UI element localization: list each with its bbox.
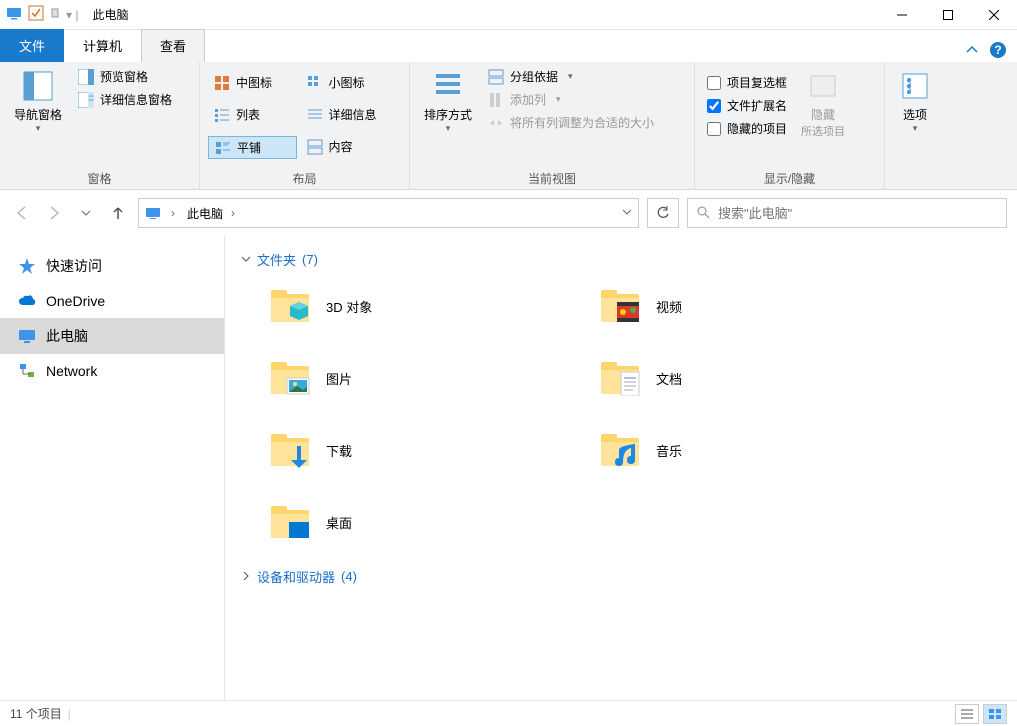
sort-by-button[interactable]: 排序方式 ▾: [418, 66, 478, 138]
layout-tiles[interactable]: 平铺: [208, 136, 297, 159]
layout-content[interactable]: 内容: [301, 136, 402, 157]
folder-icon: [266, 498, 314, 546]
folder-label: 图片: [326, 369, 352, 388]
autosize-columns-button[interactable]: 将所有列调整为合适的大小: [482, 112, 660, 133]
cloud-icon: [18, 292, 36, 310]
qat-open-icon[interactable]: [28, 5, 44, 24]
folder-icon: [596, 426, 644, 474]
collapse-ribbon-icon[interactable]: [965, 43, 979, 60]
hidden-items-toggle[interactable]: 隐藏的项目: [703, 118, 791, 139]
add-columns-button[interactable]: 添加列▾: [482, 89, 660, 110]
chevron-down-icon: [241, 252, 251, 267]
view-details-button[interactable]: [955, 704, 979, 724]
computer-icon: [18, 327, 36, 345]
search-input[interactable]: [718, 206, 998, 221]
folder-label: 视频: [656, 297, 682, 316]
sidebar: 快速访问 OneDrive 此电脑 Network: [0, 236, 225, 700]
nav-pane-label: 导航窗格: [14, 106, 62, 123]
help-icon[interactable]: ?: [989, 41, 1007, 62]
details-pane-button[interactable]: 详细信息窗格: [72, 89, 178, 110]
sidebar-network[interactable]: Network: [0, 354, 224, 388]
folder-item[interactable]: 图片: [261, 349, 571, 407]
address-bar[interactable]: › 此电脑›: [138, 198, 639, 228]
layout-group-label: 布局: [208, 168, 401, 187]
options-button[interactable]: 选项 ▾: [893, 66, 937, 138]
sidebar-onedrive[interactable]: OneDrive: [0, 284, 224, 318]
folder-icon: [266, 354, 314, 402]
titlebar: ▾ | 此电脑: [0, 0, 1017, 30]
layout-details[interactable]: 详细信息: [301, 104, 402, 125]
status-item-count: 11 个项目: [10, 705, 62, 722]
folder-icon: [266, 282, 314, 330]
sidebar-quick-access[interactable]: 快速访问: [0, 248, 224, 284]
folder-item[interactable]: 文档: [591, 349, 901, 407]
content-area: 文件夹 (7) 3D 对象 视频图片 文档下载 音乐桌面 设备和驱动器 (4): [225, 236, 1017, 700]
folder-icon: [596, 282, 644, 330]
nav-row: › 此电脑›: [0, 190, 1017, 236]
app-icon: [6, 5, 22, 24]
chevron-right-icon: [241, 569, 251, 584]
layout-small-icons[interactable]: 小图标: [301, 72, 402, 93]
file-extensions-toggle[interactable]: 文件扩展名: [703, 95, 791, 116]
address-dropdown-icon[interactable]: [622, 206, 632, 220]
tab-computer[interactable]: 计算机: [64, 29, 141, 62]
folder-label: 文档: [656, 369, 682, 388]
tab-file[interactable]: 文件: [0, 29, 64, 62]
network-icon: [18, 362, 36, 380]
folder-item[interactable]: 视频: [591, 277, 901, 335]
close-button[interactable]: [971, 0, 1017, 30]
folder-label: 下载: [326, 441, 352, 460]
forward-button[interactable]: [42, 201, 66, 225]
layout-medium-icons[interactable]: 中图标: [208, 72, 297, 93]
minimize-button[interactable]: [879, 0, 925, 30]
sidebar-this-pc[interactable]: 此电脑: [0, 318, 224, 354]
folder-label: 桌面: [326, 513, 352, 532]
nav-pane-button[interactable]: 导航窗格 ▾: [8, 66, 68, 138]
folder-label: 3D 对象: [326, 297, 372, 316]
search-bar[interactable]: [687, 198, 1007, 228]
folder-item[interactable]: 音乐: [591, 421, 901, 479]
search-icon: [696, 205, 710, 222]
svg-text:?: ?: [994, 43, 1001, 57]
folder-icon: [596, 354, 644, 402]
group-devices-header[interactable]: 设备和驱动器 (4): [241, 563, 1001, 594]
folder-item[interactable]: 桌面: [261, 493, 571, 551]
refresh-button[interactable]: [647, 198, 679, 228]
ribbon: 导航窗格 ▾ 预览窗格 详细信息窗格 窗格 中图标 小图标 列表 详细信息 平: [0, 62, 1017, 190]
ribbon-tabs: 文件 计算机 查看 ?: [0, 30, 1017, 62]
panes-group-label: 窗格: [8, 168, 191, 187]
address-icon: [145, 204, 161, 223]
folder-icon: [266, 426, 314, 474]
folder-item[interactable]: 下载: [261, 421, 571, 479]
back-button[interactable]: [10, 201, 34, 225]
qat-separator: ▾ |: [66, 8, 78, 22]
up-button[interactable]: [106, 201, 130, 225]
recent-dropdown[interactable]: [74, 201, 98, 225]
preview-pane-button[interactable]: 预览窗格: [72, 66, 178, 87]
hide-selected-button[interactable]: 隐藏 所选项目: [795, 66, 851, 143]
tab-view[interactable]: 查看: [141, 29, 205, 62]
group-by-button[interactable]: 分组依据▾: [482, 66, 660, 87]
folder-label: 音乐: [656, 441, 682, 460]
current-view-group-label: 当前视图: [418, 168, 686, 187]
breadcrumb-root[interactable]: 此电脑›: [183, 203, 239, 224]
qat-dropdown-icon[interactable]: [50, 5, 60, 24]
maximize-button[interactable]: [925, 0, 971, 30]
show-hide-group-label: 显示/隐藏: [703, 168, 876, 187]
view-large-icons-button[interactable]: [983, 704, 1007, 724]
folder-item[interactable]: 3D 对象: [261, 277, 571, 335]
layout-list[interactable]: 列表: [208, 104, 297, 125]
group-folders-header[interactable]: 文件夹 (7): [241, 246, 1001, 277]
statusbar: 11 个项目 |: [0, 700, 1017, 726]
star-icon: [18, 257, 36, 275]
item-checkboxes-toggle[interactable]: 项目复选框: [703, 72, 791, 93]
breadcrumb-separator[interactable]: ›: [167, 204, 179, 222]
window-title: 此电脑: [92, 6, 128, 23]
